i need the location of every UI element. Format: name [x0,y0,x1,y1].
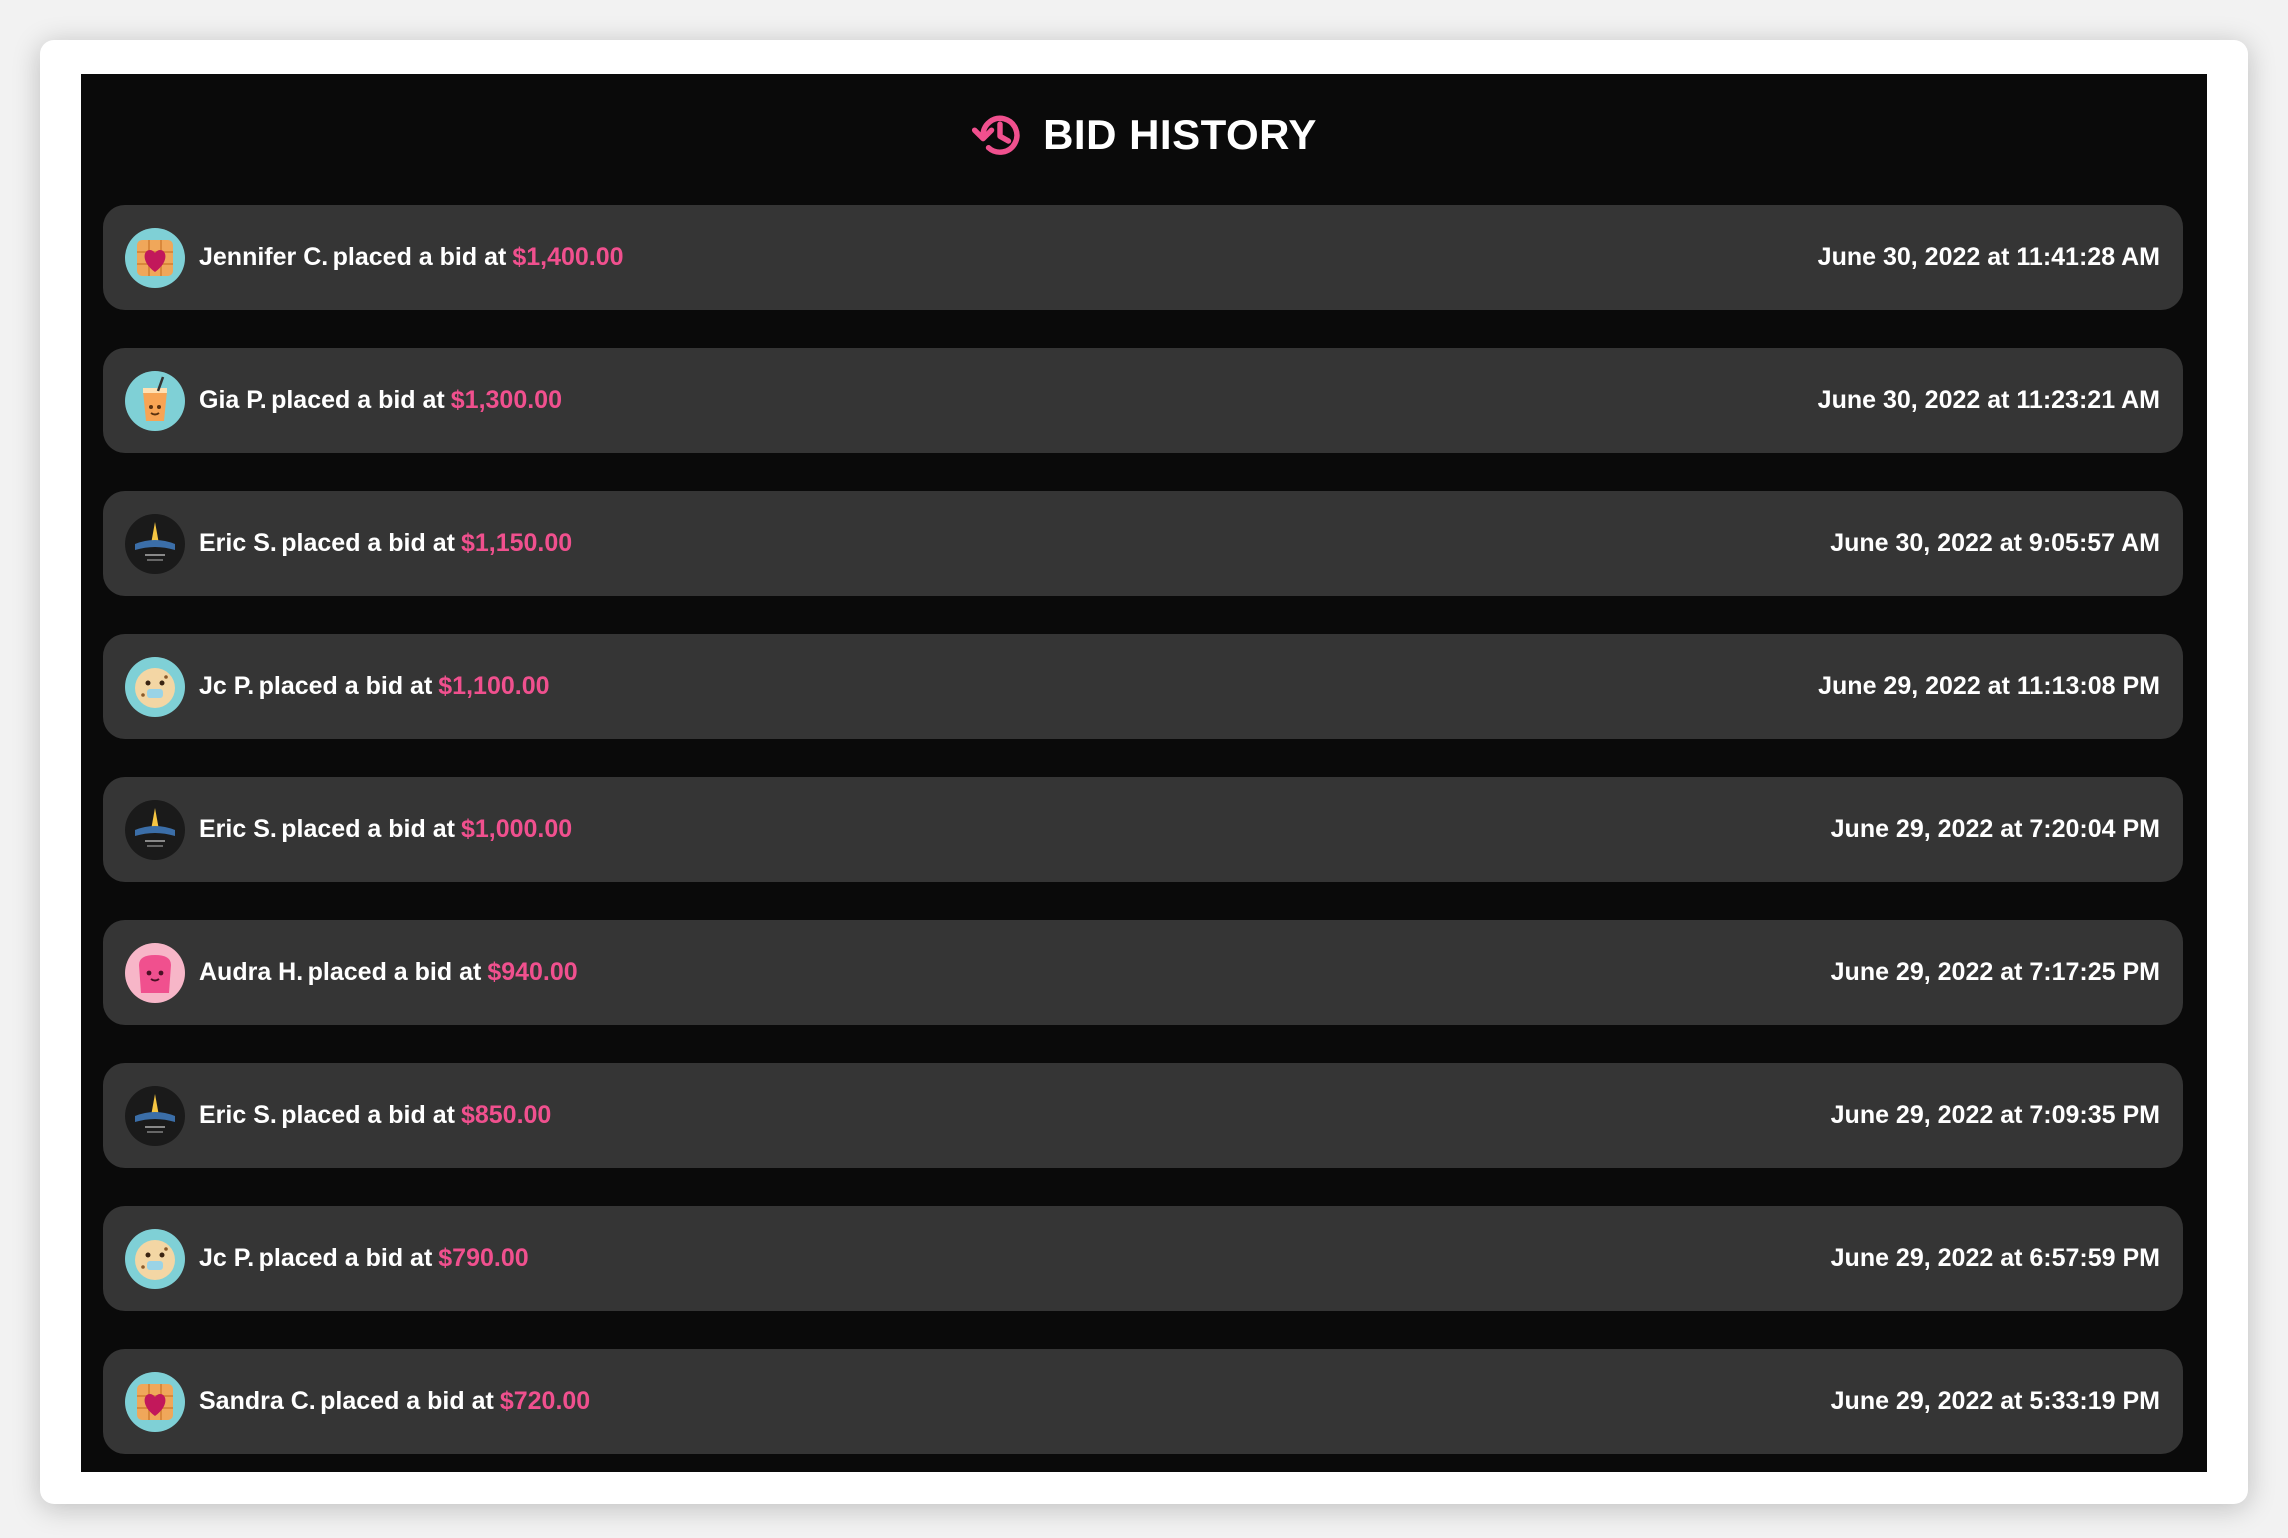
avatar [125,1228,185,1289]
bid-info: Eric S. placed a bid at $850.00 [125,1085,551,1146]
bidder-name: Jc P. [199,1244,255,1272]
bid-row: Eric S. placed a bid at $850.00 June 29, 2… [103,1063,2183,1168]
bid-amount: $1,300.00 [450,386,562,414]
bid-action: placed a bid at [281,815,455,843]
bid-description: Gia P. placed a bid at $1,300.00 [199,386,562,415]
bid-amount: $1,100.00 [438,672,550,700]
bid-timestamp: June 29, 2022 at 7:09:35 PM [1830,1101,2160,1129]
bid-info: Jc P. placed a bid at $1,100.00 [125,656,550,717]
bid-info: Jennifer C. placed a bid at $1,400.00 [125,227,624,288]
bid-description: Jc P. placed a bid at $790.00 [199,1244,529,1273]
avatar [125,513,185,574]
bidder-name: Jc P. [199,672,255,700]
bid-amount: $720.00 [499,1387,591,1415]
bid-action: placed a bid at [320,1387,494,1415]
bid-action: placed a bid at [258,1244,433,1272]
bid-description: Jennifer C. placed a bid at $1,400.00 [199,243,624,272]
bid-timestamp: June 29, 2022 at 11:13:08 PM [1818,672,2160,700]
bid-row: Jc P. placed a bid at $1,100.00 June 29, 2… [103,634,2183,739]
bid-list: Jennifer C. placed a bid at $1,400.00 June… [103,205,2183,1454]
avatar [125,942,185,1003]
bid-info: Audra H. placed a bid at $940.00 [125,942,578,1003]
bid-action: placed a bid at [281,529,455,557]
bid-info: Jc P. placed a bid at $790.00 [125,1228,529,1289]
bid-amount: $1,000.00 [460,815,573,843]
bid-description: Eric S. placed a bid at $1,150.00 [199,529,572,558]
bid-timestamp: June 30, 2022 at 9:05:57 AM [1830,529,2160,557]
bid-action: placed a bid at [258,672,433,700]
bidder-name: Sandra C. [199,1387,316,1415]
bid-timestamp: June 30, 2022 at 11:41:28 AM [1817,243,2160,271]
avatar [125,1371,185,1432]
bid-info: Eric S. placed a bid at $1,150.00 [125,513,572,574]
bid-timestamp: June 29, 2022 at 7:17:25 PM [1830,958,2160,986]
bid-description: Eric S. placed a bid at $1,000.00 [199,815,572,844]
bid-amount: $1,150.00 [460,529,573,557]
bid-history-panel: BID HISTORY Jennifer C. placed a bid at $… [81,74,2207,1472]
bidder-name: Gia P. [199,386,267,414]
bid-info: Gia P. placed a bid at $1,300.00 [125,370,562,431]
bid-timestamp: June 30, 2022 at 11:23:21 AM [1817,386,2160,414]
bid-action: placed a bid at [281,1101,455,1129]
bidder-name: Eric S. [199,1101,277,1129]
bid-description: Jc P. placed a bid at $1,100.00 [199,672,550,701]
avatar [125,799,185,860]
avatar [125,227,185,288]
bid-description: Eric S. placed a bid at $850.00 [199,1101,551,1130]
bid-description: Sandra C. placed a bid at $720.00 [199,1387,590,1416]
bid-row: Eric S. placed a bid at $1,150.00 June 30,… [103,491,2183,596]
bidder-name: Eric S. [199,529,277,557]
avatar [125,370,185,431]
bidder-name: Jennifer C. [199,243,329,271]
bid-row: Eric S. placed a bid at $1,000.00 June 29,… [103,777,2183,882]
bid-timestamp: June 29, 2022 at 6:57:59 PM [1830,1244,2160,1272]
bid-amount: $790.00 [438,1244,529,1272]
bid-row: Audra H. placed a bid at $940.00 June 29, … [103,920,2183,1025]
bid-timestamp: June 29, 2022 at 7:20:04 PM [1830,815,2160,843]
bid-timestamp: June 29, 2022 at 5:33:19 PM [1830,1387,2160,1415]
bid-amount: $940.00 [487,958,578,986]
bid-amount: $850.00 [460,1101,552,1129]
bid-action: placed a bid at [332,243,507,271]
bid-row: Sandra C. placed a bid at $720.00 June 29,… [103,1349,2183,1454]
bid-row: Jennifer C. placed a bid at $1,400.00 June… [103,205,2183,310]
bidder-name: Audra H. [199,958,304,986]
bid-info: Sandra C. placed a bid at $720.00 [125,1371,590,1432]
bid-row: Jc P. placed a bid at $790.00 June 29, 202… [103,1206,2183,1311]
page-title: BID HISTORY [1043,111,1317,158]
bid-description: Audra H. placed a bid at $940.00 [199,958,578,987]
bid-action: placed a bid at [307,958,482,986]
bid-action: placed a bid at [271,386,445,414]
bid-info: Eric S. placed a bid at $1,000.00 [125,799,572,860]
history-icon [971,106,1029,164]
bid-history-header: BID HISTORY [81,74,2207,196]
avatar [125,656,185,717]
bid-amount: $1,400.00 [512,243,624,271]
bid-row: Gia P. placed a bid at $1,300.00 June 30, … [103,348,2183,453]
bidder-name: Eric S. [199,815,277,843]
avatar [125,1085,185,1146]
